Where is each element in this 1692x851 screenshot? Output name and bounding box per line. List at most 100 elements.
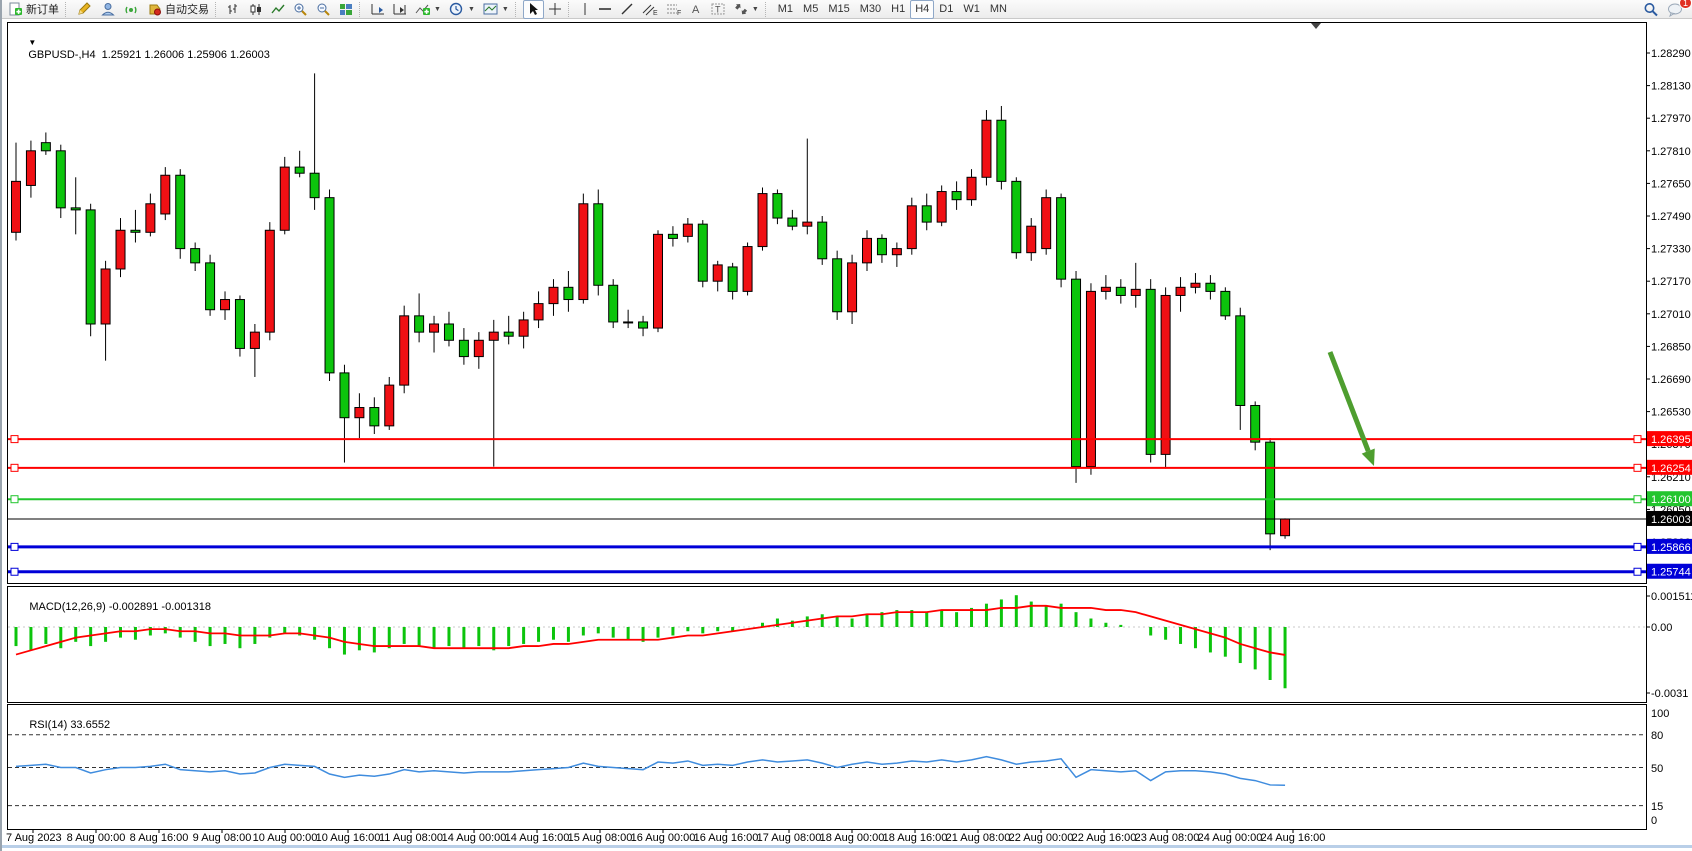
- timeframe-h4[interactable]: H4: [910, 0, 934, 19]
- candle-down: [415, 316, 424, 332]
- line-handle[interactable]: [1634, 436, 1641, 443]
- tile-windows-button[interactable]: [335, 0, 357, 19]
- candle-up: [101, 269, 110, 324]
- chart-shift-button[interactable]: [389, 0, 411, 19]
- periods-button[interactable]: ▼: [445, 0, 479, 19]
- svg-text:F: F: [677, 10, 681, 16]
- fibonacci-icon: F: [666, 2, 682, 16]
- horizontal-line-tool[interactable]: [594, 0, 616, 19]
- channel-tool[interactable]: E: [638, 0, 662, 19]
- text-label-tool[interactable]: T: [707, 0, 730, 19]
- rsi-value: 33.6552: [70, 719, 110, 731]
- crosshair-tool-button[interactable]: [544, 0, 566, 19]
- candle-down: [295, 167, 304, 173]
- vertical-line-tool[interactable]: [576, 0, 594, 19]
- auto-scroll-button[interactable]: [367, 0, 389, 19]
- candle-up: [534, 304, 543, 320]
- candle-up: [803, 222, 812, 226]
- candle-down: [41, 143, 50, 151]
- new-order-icon: [8, 2, 23, 16]
- macd-axis-label: 0.00: [1651, 622, 1672, 634]
- date-label: 21 Aug 08:00: [946, 832, 1011, 844]
- date-label: 9 Aug 08:00: [193, 832, 252, 844]
- date-label: 16 Aug 00:00: [631, 832, 696, 844]
- signals-button[interactable]: [120, 0, 143, 19]
- candle-up: [280, 167, 289, 230]
- price-tick-label: 1.27650: [1651, 178, 1691, 190]
- timeframe-mn[interactable]: MN: [985, 0, 1012, 19]
- timeframe-w1[interactable]: W1: [958, 0, 985, 19]
- timeframe-m1[interactable]: M1: [773, 0, 798, 19]
- bar-chart-button[interactable]: [223, 0, 245, 19]
- line-handle[interactable]: [11, 543, 18, 550]
- candle-down: [1057, 198, 1066, 280]
- candle-down: [71, 208, 80, 210]
- date-label: 15 Aug 08:00: [568, 832, 633, 844]
- candle-up: [1191, 283, 1200, 287]
- candle-down: [639, 322, 648, 328]
- candle-up: [116, 230, 125, 269]
- timeframe-m15[interactable]: M15: [823, 0, 854, 19]
- price-line-label: 1.26003: [1651, 514, 1691, 526]
- indicators-icon: [415, 2, 430, 16]
- new-order-button[interactable]: 新订单: [4, 0, 63, 19]
- price-line-label: 1.25744: [1651, 567, 1691, 579]
- line-handle[interactable]: [1634, 496, 1641, 503]
- separator: [215, 2, 221, 17]
- candle-up: [579, 204, 588, 300]
- signal-icon: [124, 2, 139, 16]
- collapse-triangle-icon[interactable]: ▼: [28, 38, 36, 47]
- rsi-name: RSI(14): [29, 719, 67, 731]
- templates-caret-icon: ▼: [502, 6, 509, 13]
- arrows-tool[interactable]: ▼: [730, 0, 763, 19]
- line-handle[interactable]: [11, 568, 18, 575]
- separator: [65, 2, 71, 17]
- crosshair-icon: [548, 2, 562, 16]
- price-line-label: 1.26395: [1651, 434, 1691, 446]
- notifications-button[interactable]: 1: [1663, 0, 1688, 19]
- horizontal-scrollbar[interactable]: [2, 845, 1692, 848]
- search-icon: [1643, 2, 1659, 17]
- horizontal-line-icon: [598, 2, 612, 16]
- line-handle[interactable]: [11, 496, 18, 503]
- search-button[interactable]: [1639, 0, 1663, 19]
- line-handle[interactable]: [1634, 568, 1641, 575]
- cursor-tool-button[interactable]: [523, 0, 544, 19]
- line-handle[interactable]: [11, 436, 18, 443]
- date-label: 14 Aug 16:00: [505, 832, 570, 844]
- candle-chart-button[interactable]: [245, 0, 267, 19]
- zoom-out-button[interactable]: [312, 0, 335, 19]
- periods-caret-icon: ▼: [468, 6, 475, 13]
- chart-title: ▼ GBPUSD-,H41.25921 1.26006 1.25906 1.26…: [10, 25, 270, 73]
- timeframe-m30[interactable]: M30: [855, 0, 886, 19]
- candle-up: [400, 316, 409, 385]
- zoom-in-button[interactable]: [289, 0, 312, 19]
- mt4-terminal: 新订单 自动交易: [0, 0, 1692, 851]
- fibonacci-tool[interactable]: F: [662, 0, 686, 19]
- timeframe-d1[interactable]: D1: [934, 0, 958, 19]
- chart-canvas[interactable]: 1.282901.281301.279701.278101.276501.274…: [2, 19, 1692, 848]
- timeframe-m5[interactable]: M5: [798, 0, 823, 19]
- candle-up: [1131, 289, 1140, 295]
- text-tool[interactable]: A: [686, 0, 707, 19]
- styler-button[interactable]: [73, 0, 97, 19]
- auto-trading-button[interactable]: 自动交易: [143, 0, 213, 19]
- indicators-button[interactable]: ▼: [411, 0, 445, 19]
- community-button[interactable]: [97, 0, 120, 19]
- line-handle[interactable]: [1634, 464, 1641, 471]
- line-chart-button[interactable]: [267, 0, 289, 19]
- date-label: 17 Aug 08:00: [757, 832, 822, 844]
- candle-up: [489, 332, 498, 340]
- candle-down: [1146, 289, 1155, 454]
- macd-pane: [8, 587, 1647, 703]
- line-handle[interactable]: [1634, 543, 1641, 550]
- templates-button[interactable]: ▼: [479, 0, 513, 19]
- rsi-axis-label: 0: [1651, 815, 1657, 827]
- macd-name: MACD(12,26,9): [29, 601, 105, 613]
- trendline-tool[interactable]: [616, 0, 638, 19]
- timeframe-h1[interactable]: H1: [886, 0, 910, 19]
- line-handle[interactable]: [11, 464, 18, 471]
- candle-up: [146, 204, 155, 233]
- candle-down: [922, 206, 931, 222]
- candle-up: [892, 249, 901, 255]
